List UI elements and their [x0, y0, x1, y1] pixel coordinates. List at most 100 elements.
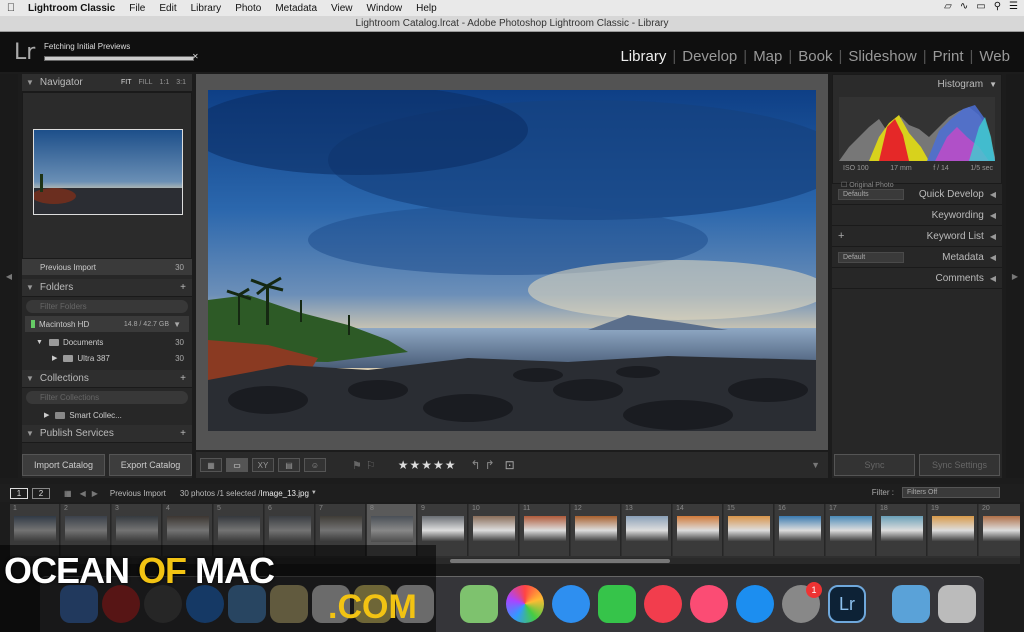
comments-header[interactable]: Comments ◀: [832, 268, 1002, 289]
filmstrip-cell[interactable]: 19: [928, 504, 978, 556]
menu-edit[interactable]: Edit: [153, 3, 184, 14]
filmstrip-cell[interactable]: 15: [724, 504, 774, 556]
collection-row[interactable]: ▶ Smart Collec...: [22, 407, 192, 423]
collections-header[interactable]: ▼ Collections +: [22, 370, 192, 388]
downloads-folder-icon[interactable]: [892, 585, 930, 623]
photos-icon[interactable]: [506, 585, 544, 623]
scroll-thumb[interactable]: [450, 559, 670, 563]
flag-icon[interactable]: ⚑: [352, 459, 362, 472]
quick-develop-header[interactable]: Defaults Quick Develop ◀: [832, 184, 1002, 205]
menu-icon[interactable]: ☰: [1009, 1, 1018, 12]
grid-icon[interactable]: ▦: [64, 489, 72, 498]
rotate-right-icon[interactable]: ↱: [485, 458, 495, 472]
filmstrip-thumbnail[interactable]: [983, 516, 1020, 542]
quick-develop-preset-select[interactable]: Defaults: [838, 189, 904, 200]
collapse-triangle-icon[interactable]: ▼: [989, 80, 997, 89]
folders-filter-input[interactable]: Filter Folders: [26, 300, 188, 313]
menu-window[interactable]: Window: [361, 3, 411, 14]
facetime-icon[interactable]: [598, 585, 636, 623]
filmstrip-cell[interactable]: 20: [979, 504, 1020, 556]
close-icon[interactable]: ✕: [192, 52, 199, 61]
maps-icon[interactable]: [460, 585, 498, 623]
menu-metadata[interactable]: Metadata: [269, 3, 325, 14]
filmstrip-thumbnail[interactable]: [116, 516, 158, 542]
crop-icon[interactable]: ⊡: [505, 458, 515, 472]
rotate-left-icon[interactable]: ↰: [471, 458, 481, 472]
filmstrip-cell[interactable]: 13: [622, 504, 672, 556]
folder-row[interactable]: ▶ Ultra 387 30: [22, 350, 192, 366]
volume-row[interactable]: Macintosh HD 14.8 / 42.7 GB ▼: [25, 316, 189, 332]
search-icon[interactable]: ⚲: [994, 1, 1001, 12]
menu-library[interactable]: Library: [185, 3, 230, 14]
right-edge[interactable]: ▶: [1006, 74, 1024, 478]
export-catalog-button[interactable]: Export Catalog: [109, 454, 192, 476]
module-map[interactable]: Map: [747, 48, 788, 65]
import-catalog-button[interactable]: Import Catalog: [22, 454, 105, 476]
filmstrip-thumbnail[interactable]: [932, 516, 974, 542]
filmstrip-thumbnail[interactable]: [14, 516, 56, 542]
histogram-graph[interactable]: [839, 97, 995, 161]
filmstrip-cell[interactable]: 18: [877, 504, 927, 556]
folder-row[interactable]: ▼ Documents 30: [22, 334, 192, 350]
apple-icon[interactable]: : [0, 2, 22, 14]
metadata-header[interactable]: Default Metadata ◀: [832, 247, 1002, 268]
filmstrip-cell[interactable]: 11: [520, 504, 570, 556]
grid-view-button[interactable]: ▦: [200, 458, 222, 472]
filmstrip-cell[interactable]: 14: [673, 504, 723, 556]
add-collection-icon[interactable]: +: [180, 373, 186, 384]
star-rating[interactable]: ★★★★★: [398, 458, 457, 472]
lightroom-dock-icon[interactable]: Lr: [828, 585, 866, 623]
notification-icon[interactable]: ▱: [944, 1, 952, 12]
filmstrip-thumbnail[interactable]: [524, 516, 566, 542]
filmstrip-thumbnail[interactable]: [371, 516, 413, 542]
nav-fit[interactable]: FIT: [121, 79, 132, 86]
left-edge[interactable]: ◀: [0, 74, 18, 478]
nav-3-1[interactable]: 3:1: [176, 79, 186, 86]
filmstrip-thumbnail[interactable]: [422, 516, 464, 542]
filter-select[interactable]: Filters Off: [902, 487, 1000, 498]
filmstrip-thumbnail[interactable]: [779, 516, 821, 542]
wifi-icon[interactable]: ∿: [960, 1, 968, 12]
collections-filter-input[interactable]: Filter Collections: [26, 391, 188, 404]
add-keyword-icon[interactable]: +: [838, 230, 844, 242]
main-photo[interactable]: [208, 90, 816, 431]
filmstrip-thumbnail[interactable]: [218, 516, 260, 542]
filmstrip-cell[interactable]: 12: [571, 504, 621, 556]
filmstrip-thumbnail[interactable]: [167, 516, 209, 542]
add-folder-icon[interactable]: +: [180, 282, 186, 293]
filmstrip-thumbnail[interactable]: [677, 516, 719, 542]
back-arrow-icon[interactable]: ◀: [80, 489, 86, 498]
filmstrip-cell[interactable]: 17: [826, 504, 876, 556]
nav-fill[interactable]: FILL: [139, 79, 153, 86]
loupe-view-button[interactable]: ▭: [226, 458, 248, 472]
airplay-icon[interactable]: ▭: [976, 1, 985, 12]
add-publish-icon[interactable]: +: [180, 428, 186, 439]
module-book[interactable]: Book: [792, 48, 838, 65]
folders-header[interactable]: ▼ Folders +: [22, 279, 192, 297]
volume-menu-icon[interactable]: ▼: [173, 320, 181, 329]
news-icon[interactable]: [644, 585, 682, 623]
toolbar-menu-icon[interactable]: ▼: [811, 460, 820, 470]
menu-help[interactable]: Help: [410, 3, 445, 14]
survey-view-button[interactable]: ▤: [278, 458, 300, 472]
navigator-thumbnail[interactable]: [33, 129, 183, 215]
filmstrip-thumbnail[interactable]: [269, 516, 311, 542]
selected-filename[interactable]: Image_13.jpg: [260, 489, 308, 498]
metadata-preset-select[interactable]: Default: [838, 252, 904, 263]
filename-menu-icon[interactable]: ▼: [311, 490, 317, 496]
trash-icon[interactable]: [938, 585, 976, 623]
module-develop[interactable]: Develop: [676, 48, 743, 65]
filmstrip-source[interactable]: Previous Import: [110, 489, 166, 498]
expand-triangle-icon[interactable]: ▶: [52, 354, 57, 362]
app-store-icon[interactable]: [736, 585, 774, 623]
expand-triangle-icon[interactable]: ▶: [44, 411, 49, 419]
keywording-header[interactable]: Keywording ◀: [832, 205, 1002, 226]
music-icon[interactable]: [690, 585, 728, 623]
keyword-list-header[interactable]: + Keyword List ◀: [832, 226, 1002, 247]
menu-view[interactable]: View: [325, 3, 361, 14]
filmstrip-thumbnail[interactable]: [881, 516, 923, 542]
module-library[interactable]: Library: [614, 48, 672, 65]
reject-flag-icon[interactable]: ⚐: [366, 459, 376, 472]
filmstrip-cell[interactable]: 16: [775, 504, 825, 556]
filmstrip-thumbnail[interactable]: [65, 516, 107, 542]
